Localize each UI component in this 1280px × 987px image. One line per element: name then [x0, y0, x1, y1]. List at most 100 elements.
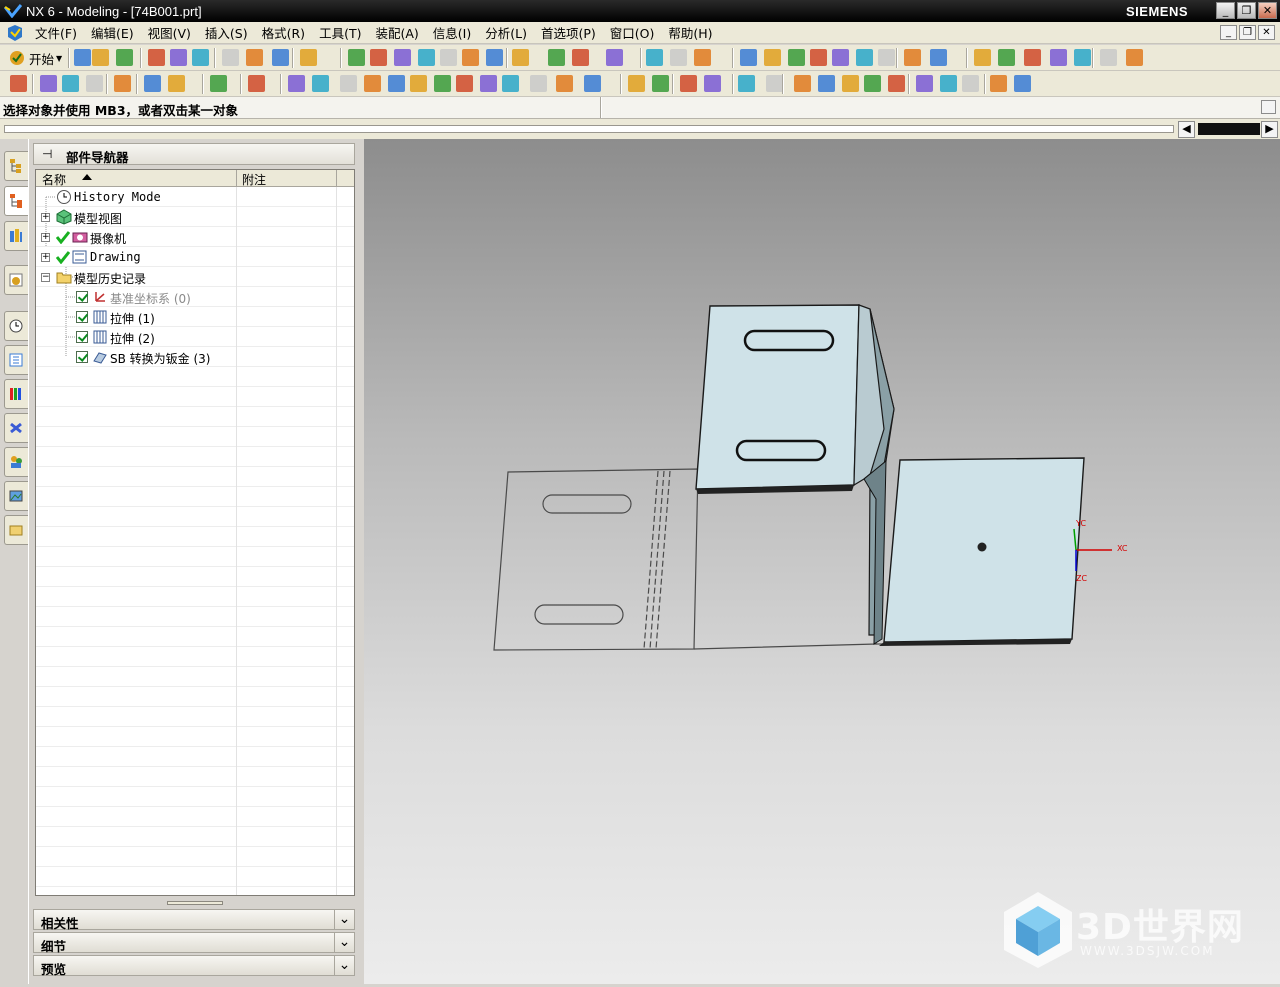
toolbar-icon[interactable] [670, 49, 687, 66]
tree-row[interactable] [36, 667, 354, 687]
doc-minimize-button[interactable]: _ [1220, 25, 1237, 40]
toolbar-icon[interactable] [288, 75, 305, 92]
toolbar-icon[interactable] [904, 49, 921, 66]
tree-row[interactable] [36, 807, 354, 827]
tree-row[interactable] [36, 787, 354, 807]
toolbar-icon[interactable] [832, 49, 849, 66]
column-name[interactable]: 名称 [42, 171, 66, 188]
assembly-navigator-tab[interactable] [4, 151, 28, 181]
toolbar-icon[interactable] [738, 75, 755, 92]
feature-checkbox[interactable] [76, 351, 88, 363]
menu-tools[interactable]: 工具(T) [312, 23, 368, 42]
menu-edit[interactable]: 编辑(E) [84, 23, 141, 42]
palette-tab[interactable] [4, 515, 28, 545]
preview-panel[interactable]: 预览 ⌄ [33, 955, 355, 977]
toolbar-icon[interactable] [962, 75, 979, 92]
tree-node[interactable]: + 模型视图 [36, 207, 354, 227]
toolbar-icon[interactable] [168, 75, 185, 92]
toolbar-icon[interactable] [512, 49, 529, 66]
tree-row[interactable] [36, 827, 354, 847]
toolbar-icon[interactable] [646, 49, 663, 66]
app-menu-icon[interactable] [6, 24, 26, 42]
toolbar-icon[interactable] [418, 49, 435, 66]
tree-row[interactable] [36, 547, 354, 567]
toolbar-icon[interactable] [456, 75, 473, 92]
tree-row[interactable] [36, 887, 354, 895]
start-button[interactable]: 开始 ▼ [8, 48, 62, 68]
feature-checkbox[interactable] [76, 311, 88, 323]
tree-node[interactable]: + 摄像机 [36, 227, 354, 247]
toolbar-icon[interactable] [888, 75, 905, 92]
column-notes[interactable]: 附注 [242, 171, 266, 188]
part-navigator-tab[interactable] [4, 186, 28, 216]
details-panel[interactable]: 细节 ⌄ [33, 932, 355, 954]
toolbar-icon[interactable] [740, 49, 757, 66]
system-materials-tab[interactable] [4, 345, 28, 375]
toolbar-icon[interactable] [856, 49, 873, 66]
tree-row[interactable] [36, 647, 354, 667]
toolbar-icon[interactable] [1014, 75, 1031, 92]
toolbar-icon[interactable] [210, 75, 227, 92]
scroll-left-button[interactable]: ◀ [1178, 121, 1195, 138]
tree-row[interactable] [36, 707, 354, 727]
toolbar-icon[interactable] [990, 75, 1007, 92]
tree-row[interactable] [36, 467, 354, 487]
cue-expand-button[interactable] [1261, 100, 1276, 114]
toolbar-icon[interactable] [114, 75, 131, 92]
toolbar-icon[interactable] [462, 49, 479, 66]
dependencies-panel[interactable]: 相关性 ⌄ [33, 909, 355, 931]
toolbar-icon[interactable] [694, 49, 711, 66]
scroll-right-button[interactable]: ▶ [1261, 121, 1278, 138]
toolbar-icon[interactable] [148, 49, 165, 66]
toolbar-icon[interactable] [1024, 49, 1041, 66]
toolbar-icon[interactable] [300, 49, 317, 66]
toolbar-icon[interactable] [842, 75, 859, 92]
toolbar-icon[interactable] [818, 75, 835, 92]
tree-row[interactable] [36, 427, 354, 447]
toolbar-icon[interactable] [652, 75, 669, 92]
toolbar-icon[interactable] [628, 75, 645, 92]
toolbar-icon[interactable] [410, 75, 427, 92]
toolbar-icon[interactable] [74, 49, 91, 66]
collapse-icon[interactable]: − [41, 273, 50, 282]
tree-node[interactable]: 拉伸 (2) [36, 327, 354, 347]
reuse-library-tab[interactable] [4, 221, 28, 251]
toolbar-icon[interactable] [10, 75, 27, 92]
toolbar-icon[interactable] [170, 49, 187, 66]
toolbar-icon[interactable] [86, 75, 103, 92]
toolbar-icon[interactable] [192, 49, 209, 66]
toolbar-icon[interactable] [144, 75, 161, 92]
toolbar-icon[interactable] [704, 75, 721, 92]
toolbar-icon[interactable] [92, 49, 109, 66]
toolbar-icon[interactable] [916, 75, 933, 92]
menu-assembly[interactable]: 装配(A) [368, 23, 425, 42]
toolbar-icon[interactable] [440, 49, 457, 66]
toolbar-icon[interactable] [864, 75, 881, 92]
tree-row[interactable] [36, 687, 354, 707]
toolbar-icon[interactable] [878, 49, 895, 66]
tree-row[interactable] [36, 567, 354, 587]
menu-view[interactable]: 视图(V) [141, 23, 198, 42]
chevron-down-icon[interactable]: ⌄ [334, 910, 354, 929]
roles-tab[interactable] [4, 447, 28, 477]
toolbar-icon[interactable] [1100, 49, 1117, 66]
tree-node[interactable]: SB 转换为钣金 (3) [36, 347, 354, 367]
minimize-button[interactable]: _ [1216, 2, 1235, 19]
toolbar-icon[interactable] [584, 75, 601, 92]
tree-node[interactable]: 基准坐标系 (0) [36, 287, 354, 307]
tree-node[interactable]: + Drawing [36, 247, 354, 267]
toolbar-icon[interactable] [340, 75, 357, 92]
history-tab[interactable] [4, 311, 28, 341]
menu-insert[interactable]: 插入(S) [198, 23, 255, 42]
toolbar-icon[interactable] [502, 75, 519, 92]
feature-checkbox[interactable] [76, 331, 88, 343]
toolbar-icon[interactable] [974, 49, 991, 66]
doc-restore-button[interactable]: ❐ [1239, 25, 1256, 40]
chevron-down-icon[interactable]: ⌄ [334, 956, 354, 975]
menu-analysis[interactable]: 分析(L) [478, 23, 534, 42]
toolbar-icon[interactable] [572, 49, 589, 66]
toolbar-icon[interactable] [764, 49, 781, 66]
web-browser-tab[interactable] [4, 265, 28, 295]
toolbar-icon[interactable] [40, 75, 57, 92]
toolbar-icon[interactable] [766, 75, 783, 92]
